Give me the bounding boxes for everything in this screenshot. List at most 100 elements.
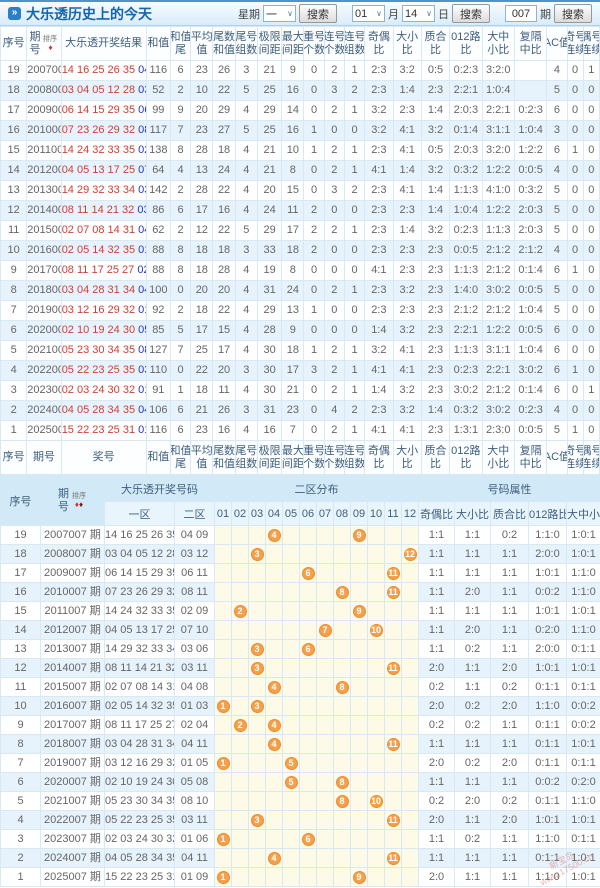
zone-cell xyxy=(402,659,419,678)
week-search-button[interactable]: 搜索 xyxy=(299,4,337,23)
zone-cell xyxy=(317,868,334,887)
issue-search-button[interactable]: 搜索 xyxy=(554,4,592,23)
zone-cell xyxy=(232,678,249,697)
attr-cell: 1:1 xyxy=(419,849,455,868)
front-numbers: 03 12 16 29 32 xyxy=(62,304,135,316)
front-numbers: 02 03 24 30 32 xyxy=(62,384,135,396)
zone-cell: 1 xyxy=(215,830,232,849)
stat-cell: 16 xyxy=(257,421,281,441)
zone-cell xyxy=(300,849,317,868)
back-numbers-cell: 03 11 xyxy=(175,811,215,830)
stat-cell: 3:0:2 xyxy=(482,281,514,301)
period-cell: 2013007 期 xyxy=(41,640,105,659)
header-label: 质合比 xyxy=(422,31,449,57)
period-cell: 2024007 期 xyxy=(41,849,105,868)
period-cell: 2012007 xyxy=(27,161,61,181)
zone-cell xyxy=(283,602,300,621)
header-label: 最大间距 xyxy=(282,31,303,57)
zone-cell xyxy=(215,811,232,830)
issue-input[interactable] xyxy=(505,5,537,22)
header-text: 复隔中比 xyxy=(520,445,542,471)
zone-cell xyxy=(266,811,283,830)
zone-cell xyxy=(300,526,317,545)
zone-distribution-group-header: 二区分布 xyxy=(215,476,419,502)
attr-cell: 1:1 xyxy=(491,849,529,868)
stat-cell: 8 xyxy=(170,261,190,281)
seq-cell: 9 xyxy=(1,716,41,735)
seq-cell: 6 xyxy=(1,321,27,341)
title-bar: » 大乐透历史上的今天 星期 一∨ 搜索 01∨ 月 14∨ 日 搜索 期 搜索 xyxy=(0,0,600,26)
attr-cell: 0:0:2 xyxy=(529,773,567,792)
week-select[interactable]: 一∨ xyxy=(263,5,296,22)
period-cell: 2015007 xyxy=(27,221,61,241)
zone-cell xyxy=(385,754,402,773)
stat-cell: 3:2 xyxy=(365,101,393,121)
table-row: 9201700708 11 17 25 27 02 04888182841980… xyxy=(1,261,600,281)
zone-number-header: 10 xyxy=(368,502,385,526)
stat-cell: 5 xyxy=(547,181,567,201)
stat-cell: 2:3 xyxy=(393,301,421,321)
table-row: 172009007 期06 14 15 29 3506 116111:11:11… xyxy=(1,564,600,583)
stat-cell: 0:5 xyxy=(421,141,449,161)
attr-cell: 1:1 xyxy=(419,545,455,564)
zone-number-header: 06 xyxy=(300,502,317,526)
stat-cell: 1:4:0 xyxy=(450,281,482,301)
zone-cell xyxy=(300,621,317,640)
stat-cell: 10 xyxy=(191,81,213,101)
zone-cell xyxy=(232,735,249,754)
stat-cell: 21 xyxy=(257,141,281,161)
sort-control[interactable]: 排序♦♦ xyxy=(71,492,87,509)
zone-cell xyxy=(249,678,266,697)
attr-cell: 1:0:1 xyxy=(567,659,600,678)
stat-cell: 2:3 xyxy=(365,61,393,81)
zone-cell: 11 xyxy=(385,564,402,583)
table-row: 5202100705 23 30 34 35 08 10127725174301… xyxy=(1,341,600,361)
week-label: 星期 xyxy=(238,6,260,22)
month-select[interactable]: 01∨ xyxy=(352,5,385,22)
zone-cell xyxy=(402,583,419,602)
zone-cell xyxy=(283,678,300,697)
zone-cell xyxy=(402,849,419,868)
stat-cell: 5 xyxy=(547,221,567,241)
zone-cell xyxy=(283,583,300,602)
attr-cell: 0:1:1 xyxy=(567,754,600,773)
day-select[interactable]: 14∨ xyxy=(402,5,435,22)
zone-cell xyxy=(402,621,419,640)
column-header: 平均值 xyxy=(191,441,213,475)
stat-cell: 2 xyxy=(324,281,344,301)
stat-cell: 6 xyxy=(170,61,190,81)
attr-cell: 1:1:0 xyxy=(529,526,567,545)
stat-cell: 11 xyxy=(282,201,304,221)
period-cell: 2024007 xyxy=(27,401,61,421)
header-label: AC值 xyxy=(547,451,566,464)
stat-cell: 3:0:2 xyxy=(514,361,546,381)
back-numbers: 05 08 xyxy=(138,324,146,336)
zone-cell xyxy=(215,583,232,602)
zone-cell: 4 xyxy=(266,735,283,754)
seq-cell: 3 xyxy=(1,830,41,849)
t2-body: 192007007 期14 16 25 26 3504 09491:11:10:… xyxy=(1,526,600,887)
header-label: 重号个数 xyxy=(304,445,323,471)
attr-cell: 1:1 xyxy=(419,735,455,754)
table-row: 2202400704 05 28 34 35 04 11106621263312… xyxy=(1,401,600,421)
stat-cell: 4 xyxy=(547,401,567,421)
stat-cell: 4:1 xyxy=(393,141,421,161)
date-search-button[interactable]: 搜索 xyxy=(452,4,490,23)
stat-cell: 21 xyxy=(257,161,281,181)
stat-cell: 110 xyxy=(146,361,170,381)
stat-cell: 30 xyxy=(257,341,281,361)
sort-control[interactable]: 排序♦ xyxy=(42,35,58,52)
stat-cell: 30 xyxy=(257,361,281,381)
column-header: 大小比 xyxy=(393,441,421,475)
stat-cell: 1 xyxy=(344,281,364,301)
stat-cell: 4 xyxy=(547,241,567,261)
back-numbers: 08 11 xyxy=(138,124,146,136)
attr-cell: 0:2:0 xyxy=(567,773,600,792)
attr-cell: 1:1 xyxy=(455,773,491,792)
attr-header: 大中小比 xyxy=(567,502,600,526)
seq-cell: 13 xyxy=(1,640,41,659)
stat-cell: 0 xyxy=(583,301,599,321)
zone-cell xyxy=(300,773,317,792)
attr-cell: 0:2 xyxy=(419,792,455,811)
stat-cell: 0 xyxy=(583,121,599,141)
